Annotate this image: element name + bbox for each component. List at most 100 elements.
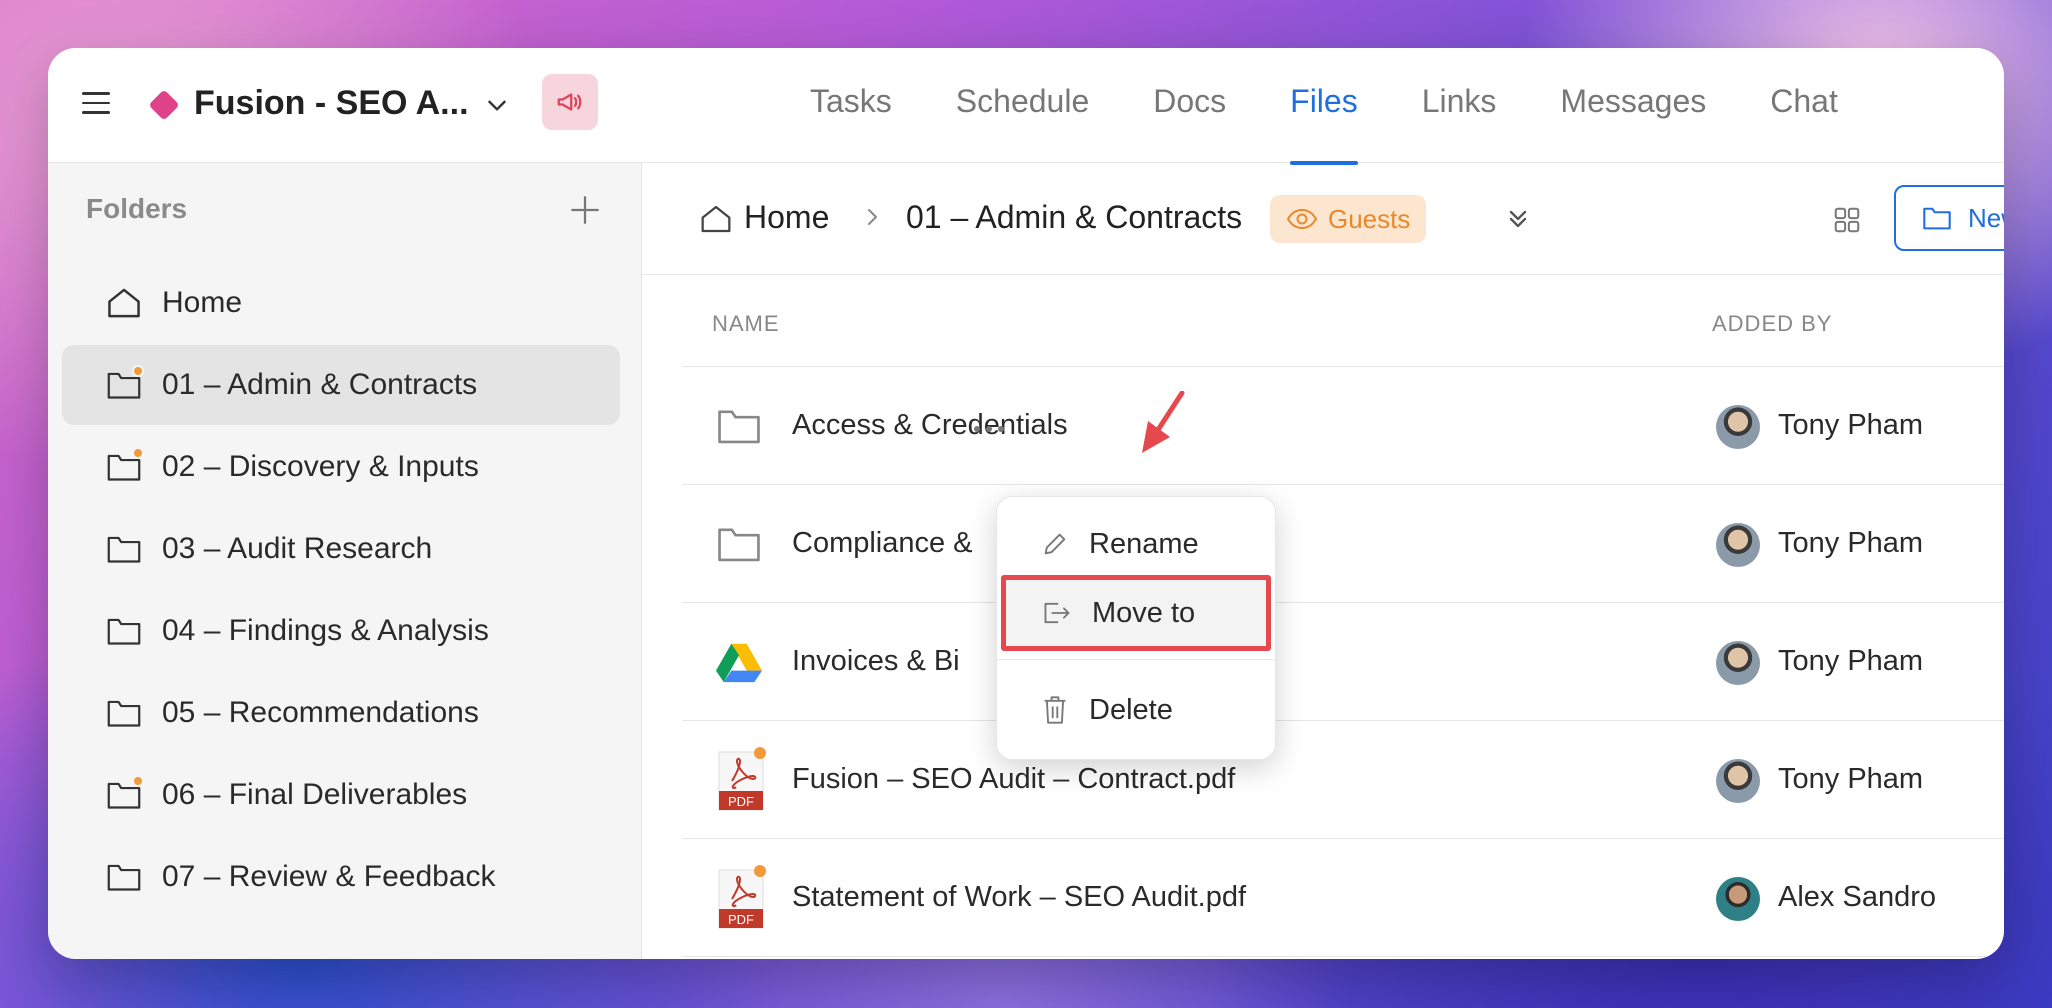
sidebar-item-review-feedback[interactable]: 07 – Review & Feedback	[62, 837, 620, 917]
chevron-down-icon[interactable]	[484, 92, 510, 118]
folder-list: Home 01 – Admin & Contracts 02 – Discove…	[62, 263, 620, 919]
files-main: Home 01 – Admin & Contracts Guests New F…	[642, 163, 2004, 959]
menu-icon[interactable]	[82, 92, 110, 114]
table-row[interactable]: Compliance & Tony Pham	[682, 485, 2004, 603]
more-options-icon[interactable]	[972, 425, 1006, 433]
avatar	[1716, 877, 1760, 921]
folder-icon	[106, 365, 144, 401]
sidebar-item-discovery-inputs[interactable]: 02 – Discovery & Inputs	[62, 427, 620, 507]
menu-divider	[997, 659, 1275, 660]
unread-badge	[132, 365, 144, 377]
table-row[interactable]: PDF Fusion – SEO Audit – Contract.pdf To…	[682, 721, 2004, 839]
avatar	[1716, 641, 1760, 685]
move-to-menu-item[interactable]: Move to	[1001, 575, 1271, 651]
guests-label: Guests	[1328, 203, 1411, 234]
file-name[interactable]: Access & Credentials	[792, 409, 1068, 442]
pdf-icon: PDF	[718, 747, 766, 811]
unread-badge	[754, 865, 766, 877]
breadcrumb-home[interactable]: Home	[744, 199, 829, 236]
home-icon[interactable]	[700, 203, 732, 235]
chevron-right-icon	[868, 209, 877, 225]
rename-menu-item[interactable]: Rename	[1001, 511, 1271, 577]
new-folder-button[interactable]: New Fo	[1894, 185, 2004, 251]
unread-badge	[132, 775, 144, 787]
sidebar-item-recommendations[interactable]: 05 – Recommendations	[62, 673, 620, 753]
files-table: NAME ADDED BY Access & Credentials Tony …	[682, 275, 2004, 957]
tab-tasks[interactable]: Tasks	[810, 48, 892, 163]
column-header-name[interactable]: NAME	[712, 311, 780, 337]
home-icon	[108, 288, 140, 318]
added-by: Tony Pham	[1778, 409, 1924, 441]
table-row[interactable]: Access & Credentials Tony Pham	[682, 367, 2004, 485]
pencil-icon	[1044, 533, 1066, 555]
pdf-label: PDF	[728, 794, 754, 809]
sidebar-item-label: 07 – Review & Feedback	[162, 860, 496, 893]
avatar	[1716, 405, 1760, 449]
file-name[interactable]: Fusion – SEO Audit – Contract.pdf	[792, 763, 1235, 796]
sidebar-item-final-deliverables[interactable]: 06 – Final Deliverables	[62, 755, 620, 835]
unread-badge	[132, 447, 144, 459]
menu-item-label: Delete	[1089, 693, 1173, 726]
table-row[interactable]: PDF Statement of Work – SEO Audit.pdf Al…	[682, 839, 2004, 957]
folder-icon	[106, 533, 142, 565]
app-window: Fusion - SEO A... Tasks Schedule Docs Fi…	[48, 48, 2004, 959]
tab-chat[interactable]: Chat	[1770, 48, 1838, 163]
tab-links[interactable]: Links	[1422, 48, 1497, 163]
tab-schedule[interactable]: Schedule	[956, 48, 1089, 163]
added-by: Tony Pham	[1778, 763, 1924, 795]
pdf-icon: PDF	[718, 865, 766, 929]
folder-icon	[1923, 207, 1951, 230]
sidebar-item-audit-research[interactable]: 03 – Audit Research	[62, 509, 620, 589]
sidebar-item-label: 05 – Recommendations	[162, 696, 479, 729]
context-menu: Rename Move to Delete	[996, 496, 1276, 760]
double-chevron-down-icon[interactable]	[1504, 205, 1532, 233]
folder-icon	[106, 615, 142, 647]
pdf-label: PDF	[728, 912, 754, 927]
guests-badge[interactable]: Guests	[1270, 195, 1427, 243]
unread-badge	[754, 747, 766, 759]
delete-menu-item[interactable]: Delete	[1001, 677, 1271, 743]
top-bar: Fusion - SEO A... Tasks Schedule Docs Fi…	[48, 48, 2004, 165]
main-nav: Tasks Schedule Docs Files Links Messages…	[810, 48, 1902, 165]
sidebar-item-label: 04 – Findings & Analysis	[162, 614, 489, 647]
added-by: Tony Pham	[1778, 645, 1924, 677]
added-by: Tony Pham	[1778, 527, 1924, 559]
sidebar-item-admin-contracts[interactable]: 01 – Admin & Contracts	[62, 345, 620, 425]
sidebar-heading: Folders	[86, 193, 188, 224]
file-name[interactable]: Statement of Work – SEO Audit.pdf	[792, 881, 1246, 914]
sidebar-item-home[interactable]: Home	[62, 263, 620, 343]
move-icon	[1044, 602, 1070, 624]
sidebar-item-findings-analysis[interactable]: 04 – Findings & Analysis	[62, 591, 620, 671]
column-header-added-by[interactable]: ADDED BY	[1712, 311, 1832, 337]
folders-sidebar: Folders Home 01 – Admin & Contracts 02 –…	[48, 163, 642, 959]
menu-item-label: Rename	[1089, 527, 1199, 560]
tab-messages[interactable]: Messages	[1560, 48, 1706, 163]
sidebar-item-label: Home	[162, 286, 243, 319]
folder-icon	[106, 697, 142, 729]
folder-icon	[106, 775, 144, 811]
new-folder-label: New Fo	[1968, 202, 2004, 233]
sidebar-item-label: 02 – Discovery & Inputs	[162, 450, 479, 483]
tab-docs[interactable]: Docs	[1153, 48, 1226, 163]
pointer-arrow-icon	[1142, 391, 1185, 453]
project-color-icon	[148, 89, 180, 121]
add-folder-icon[interactable]	[568, 193, 602, 227]
avatar	[1716, 759, 1760, 803]
grid-view-icon[interactable]	[1832, 205, 1862, 235]
folder-icon	[718, 410, 760, 444]
table-row[interactable]: Invoices & Bi Tony Pham	[682, 603, 2004, 721]
folder-icon	[106, 861, 142, 893]
google-drive-icon	[716, 643, 762, 683]
announcement-button[interactable]	[542, 74, 598, 130]
breadcrumb-current: 01 – Admin & Contracts	[906, 199, 1243, 235]
menu-item-label: Move to	[1092, 596, 1196, 629]
table-header: NAME ADDED BY	[682, 275, 2004, 367]
tab-files[interactable]: Files	[1290, 48, 1358, 165]
file-name[interactable]: Compliance &	[792, 527, 973, 560]
project-title[interactable]: Fusion - SEO A...	[194, 84, 469, 123]
breadcrumb: Home 01 – Admin & Contracts Guests New F…	[642, 163, 2004, 275]
megaphone-icon	[557, 93, 582, 111]
trash-icon	[1044, 696, 1066, 724]
file-name[interactable]: Invoices & Bi	[792, 645, 960, 678]
sidebar-item-label: 03 – Audit Research	[162, 532, 433, 565]
